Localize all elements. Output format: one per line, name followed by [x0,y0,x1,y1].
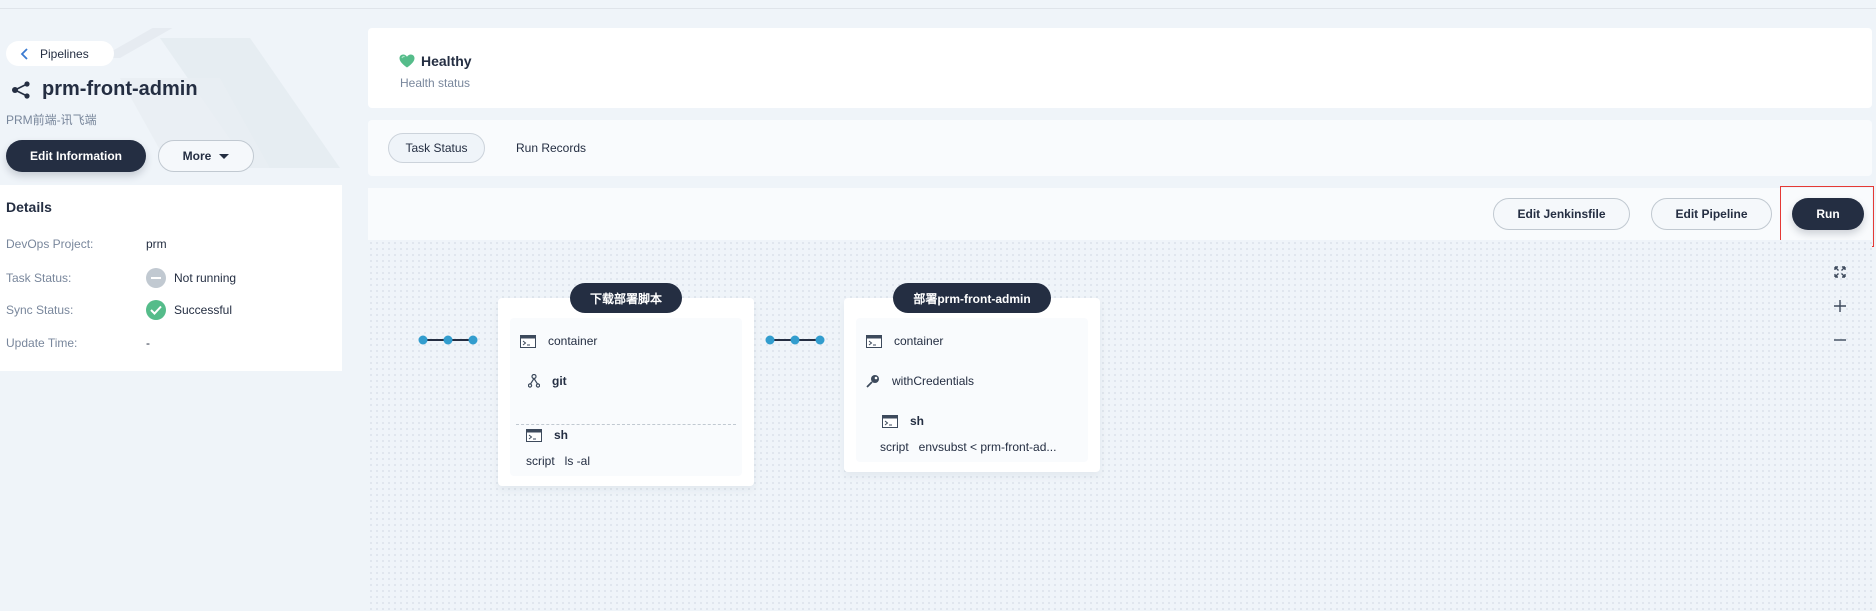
more-label: More [182,149,212,163]
fit-screen-icon[interactable] [1830,262,1850,282]
key-icon [866,375,879,388]
step-divider [516,424,736,425]
pipeline-description: PRM前端-讯飞端 [6,113,97,127]
chevron-left-icon [20,47,28,60]
terminal-icon [882,414,898,428]
stage-connector [765,335,825,345]
pipeline-icon [12,80,30,99]
detail-value: Successful [174,303,233,317]
detail-row-task-status: Task Status: Not running [6,267,236,289]
step-label: withCredentials [892,374,975,388]
zoom-out-icon[interactable] [1830,330,1850,350]
stage-card: container withCredentials sh script envs… [844,298,1100,472]
back-to-pipelines-button[interactable]: Pipelines [6,41,114,66]
pipeline-header: Pipelines prm-front-admin PRM前端-讯飞端 Edit… [0,28,342,185]
details-title: Details [6,199,52,215]
zoom-in-icon[interactable] [1830,296,1850,316]
tab-run-records[interactable]: Run Records [498,133,604,163]
pipeline-canvas[interactable]: container git sh script ls -al 下载部署脚本 co… [368,240,1872,611]
step-label: container [548,334,598,348]
edit-information-button[interactable]: Edit Information [6,140,146,172]
step-label: git [552,374,567,388]
success-check-icon [146,300,166,320]
pipeline-name: prm-front-admin [42,78,198,100]
terminal-icon [520,334,536,348]
step-label: sh [554,428,569,442]
health-label: Health status [400,76,471,90]
stage-steps: container git sh script ls -al [510,318,742,476]
step-with-credentials[interactable]: withCredentials [866,374,974,388]
back-label: Pipelines [40,46,89,61]
stage-connector [418,335,478,345]
detail-key: Sync Status: [6,303,74,317]
pipeline-toolbar: Edit Jenkinsfile Edit Pipeline Run [368,188,1872,240]
detail-key: DevOps Project: [6,237,94,251]
details-panel: Details DevOps Project: prm Task Status:… [0,185,342,371]
health-card: Healthy Health status [368,28,1872,108]
terminal-icon [866,334,882,348]
step-sh[interactable]: sh [882,414,924,428]
detail-value: prm [146,237,167,251]
param-value: ls -al [564,454,591,468]
step-label: sh [910,414,925,428]
top-divider [0,8,1876,9]
detail-value: - [146,336,150,350]
step-sh[interactable]: sh [526,428,568,442]
step-container[interactable]: container [520,334,597,348]
run-button-highlight [1780,186,1874,247]
param-value: envsubst < prm-front-ad... [918,440,1057,454]
stage-steps: container withCredentials sh script envs… [856,318,1088,462]
stage-name-badge[interactable]: 部署prm-front-admin [893,283,1051,313]
more-button[interactable]: More [158,140,254,172]
detail-row-sync-status: Sync Status: Successful [6,299,232,321]
step-git[interactable]: git [528,374,567,388]
detail-key: Update Time: [6,336,78,350]
param-key: script [526,454,555,468]
stage-name-badge[interactable]: 下载部署脚本 [570,283,682,313]
detail-value: Not running [174,271,237,285]
heart-icon [399,54,415,68]
step-container[interactable]: container [866,334,943,348]
step-param: script envsubst < prm-front-ad... [880,440,1056,454]
param-key: script [880,440,909,454]
stage-card: container git sh script ls -al [498,298,754,486]
detail-row-devops-project: DevOps Project: prm [6,237,167,251]
tab-task-status[interactable]: Task Status [388,133,485,163]
edit-jenkinsfile-button[interactable]: Edit Jenkinsfile [1493,198,1630,230]
not-running-icon [146,268,166,288]
edit-pipeline-button[interactable]: Edit Pipeline [1651,198,1772,230]
detail-row-update-time: Update Time: - [6,336,150,350]
caret-down-icon [219,153,230,159]
health-status: Healthy [421,53,472,69]
tab-bar: Task Status Run Records [368,120,1872,176]
terminal-icon [526,428,542,442]
git-branch-icon [528,374,540,388]
detail-key: Task Status: [6,271,72,285]
step-param: script ls -al [526,454,590,468]
step-label: container [894,334,944,348]
pipeline-title: prm-front-admin [10,78,198,101]
